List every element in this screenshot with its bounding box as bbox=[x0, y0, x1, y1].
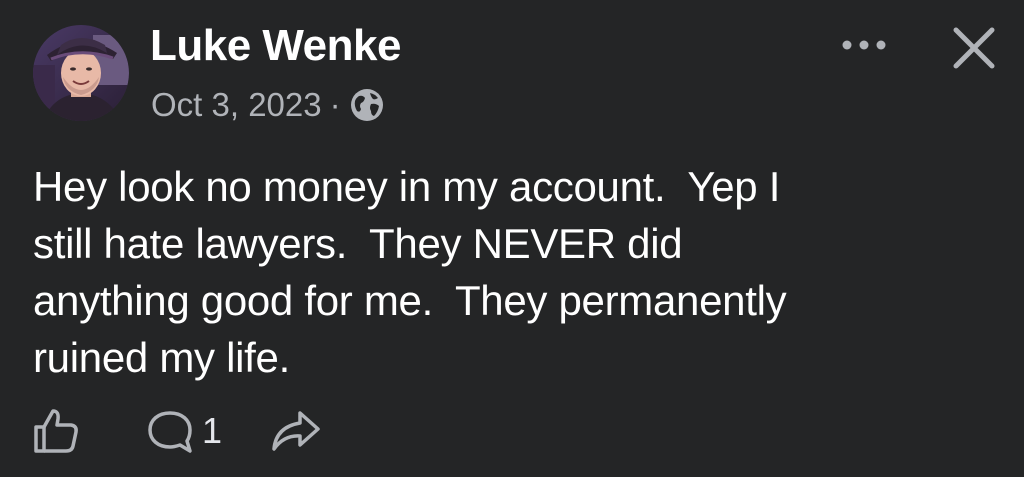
post-date[interactable]: Oct 3, 2023 bbox=[151, 86, 322, 124]
meta-separator: · bbox=[329, 86, 341, 123]
post-meta: Oct 3, 2023 · bbox=[151, 84, 385, 126]
comment-icon bbox=[148, 411, 192, 453]
post-card: Luke Wenke Oct 3, 2023 · Hey look no mon… bbox=[0, 0, 1024, 477]
close-icon bbox=[953, 27, 995, 69]
comment-count: 1 bbox=[202, 410, 223, 451]
avatar-image bbox=[33, 25, 129, 121]
close-button[interactable] bbox=[948, 22, 1000, 74]
comment-button[interactable]: 1 bbox=[144, 405, 222, 457]
post-actions: 1 bbox=[30, 403, 324, 459]
more-options-button[interactable] bbox=[836, 30, 892, 60]
more-horizontal-icon bbox=[842, 40, 886, 50]
share-button[interactable] bbox=[268, 405, 324, 457]
like-button[interactable] bbox=[30, 405, 82, 457]
globe-icon[interactable] bbox=[349, 87, 385, 123]
thumbs-up-icon bbox=[34, 409, 78, 453]
author-name[interactable]: Luke Wenke bbox=[150, 18, 401, 74]
avatar[interactable] bbox=[33, 25, 129, 121]
post-text: Hey look no money in my account. Yep I s… bbox=[33, 163, 787, 381]
share-icon bbox=[272, 411, 320, 451]
